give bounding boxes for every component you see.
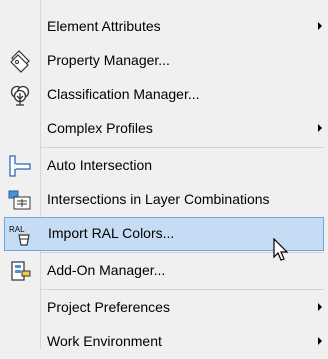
menu-item-label: Auto Intersection (47, 157, 153, 173)
menu-item-property-manager[interactable]: Property Manager... (4, 44, 324, 78)
menu-item-classification-manager[interactable]: Classification Manager... (4, 78, 324, 112)
menu-item-label: Add-On Manager... (47, 262, 166, 278)
ral-bucket-icon: RAL (9, 223, 33, 247)
menu-item-label: Element Attributes (47, 18, 161, 34)
menu-separator (41, 147, 324, 148)
menu-item-auto-intersection[interactable]: Auto Intersection (4, 149, 324, 183)
menu-item-complex-profiles[interactable]: Complex Profiles (4, 112, 324, 146)
menu-item-intersections-layer-combinations[interactable]: Intersections in Layer Combinations (4, 183, 324, 217)
menu-separator (41, 289, 324, 290)
classification-tree-icon (8, 83, 32, 107)
addon-manager-icon (8, 259, 32, 283)
menu-item-label: Import RAL Colors... (48, 225, 175, 241)
submenu-arrow-icon (318, 337, 322, 345)
menu-item-label: Classification Manager... (47, 86, 200, 102)
menu-item-label: Project Preferences (47, 299, 170, 315)
layer-intersection-icon (8, 188, 32, 212)
auto-intersection-icon (8, 154, 32, 178)
menu-item-label: Intersections in Layer Combinations (47, 191, 270, 207)
menu-item-element-attributes[interactable]: Element Attributes (4, 10, 324, 44)
context-menu: Element Attributes Property Manager... C… (0, 0, 328, 350)
menu-item-label: Work Environment (47, 333, 162, 349)
menu-item-project-preferences[interactable]: Project Preferences (4, 291, 324, 325)
property-tag-icon (8, 49, 32, 73)
menu-item-label: Complex Profiles (47, 120, 153, 136)
ral-icon-text: RAL (9, 225, 25, 234)
menu-item-label: Property Manager... (47, 52, 170, 68)
menu-item-work-environment[interactable]: Work Environment (4, 325, 324, 359)
submenu-arrow-icon (318, 22, 322, 30)
mouse-pointer-icon (273, 238, 289, 261)
submenu-arrow-icon (318, 124, 322, 132)
submenu-arrow-icon (318, 303, 322, 311)
